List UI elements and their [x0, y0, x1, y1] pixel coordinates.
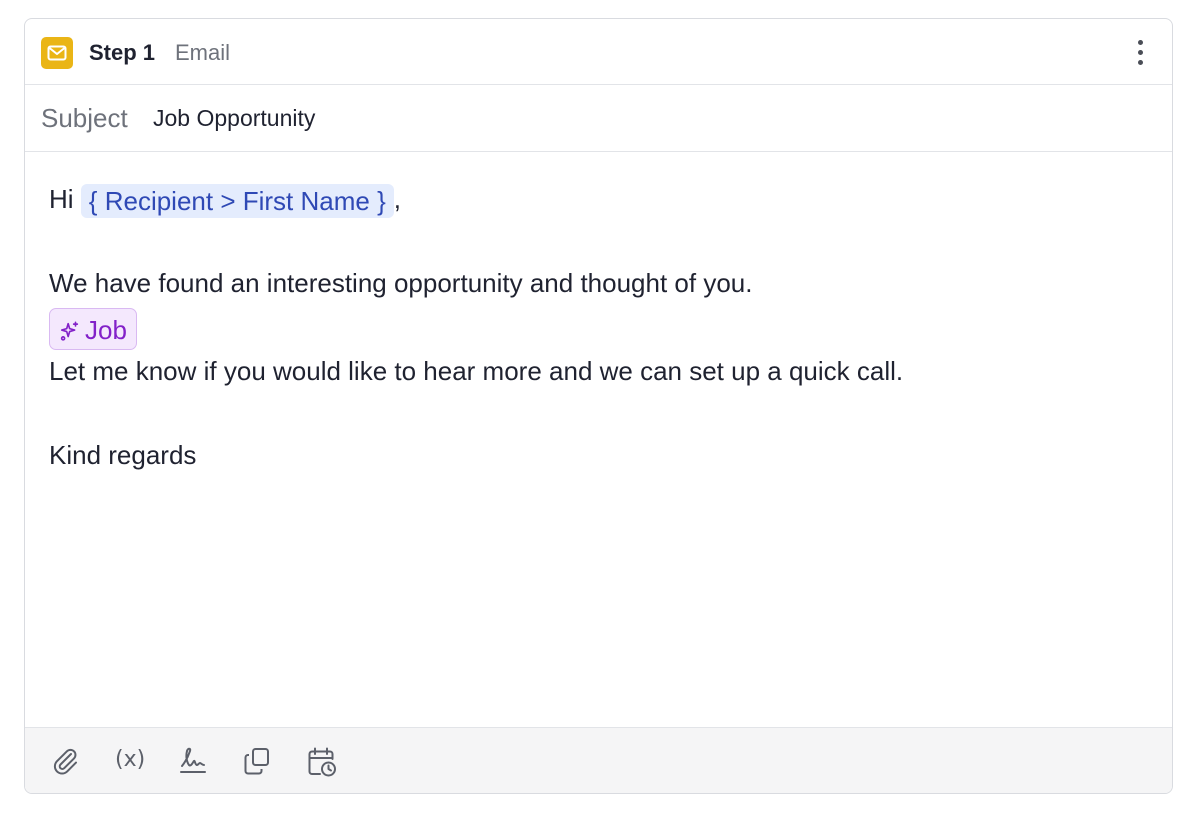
- step-title: Step 1: [89, 40, 156, 65]
- copy-icon[interactable]: [241, 745, 273, 777]
- ai-job-snippet[interactable]: Job: [49, 308, 137, 351]
- email-step-card: Step 1 Email Subject Hi { Recipient > Fi…: [24, 18, 1173, 794]
- calendar-clock-icon[interactable]: [305, 745, 337, 777]
- sparkles-icon: [60, 321, 79, 341]
- greeting-line: Hi { Recipient > First Name },: [49, 177, 1149, 221]
- ai-snippet-label: Job: [85, 315, 127, 346]
- step-type-label: Email: [175, 40, 231, 65]
- step-header: Step 1 Email: [25, 19, 1172, 85]
- greeting-text: Hi: [49, 184, 74, 214]
- paragraph-2: Let me know if you would like to hear mo…: [49, 356, 904, 386]
- subject-input[interactable]: [153, 103, 1113, 133]
- mail-icon: [41, 37, 73, 69]
- subject-row: Subject: [25, 85, 1172, 152]
- email-body-editor[interactable]: Hi { Recipient > First Name }, We have f…: [49, 177, 1149, 477]
- paperclip-icon[interactable]: [49, 745, 81, 777]
- more-vertical-icon[interactable]: [1136, 40, 1144, 66]
- subject-label: Subject: [41, 103, 128, 133]
- editor-toolbar: (x): [25, 727, 1172, 793]
- recipient-first-name-variable[interactable]: { Recipient > First Name }: [80, 184, 394, 219]
- signature-icon[interactable]: [177, 745, 209, 777]
- ai-snippet-line: Job: [49, 305, 1149, 351]
- paragraph-1: We have found an interesting opportunity…: [49, 268, 753, 298]
- signoff: Kind regards: [49, 440, 197, 470]
- insert-variable-button[interactable]: (x): [115, 744, 145, 776]
- greeting-suffix: ,: [393, 184, 401, 214]
